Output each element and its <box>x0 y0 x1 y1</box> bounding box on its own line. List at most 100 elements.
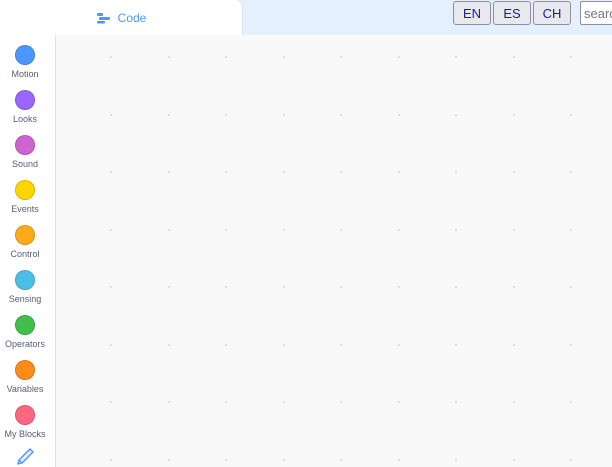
code-workspace[interactable] <box>56 35 612 467</box>
grid-dot <box>282 401 285 403</box>
grid-dot <box>282 286 285 288</box>
grid-dot <box>397 228 400 231</box>
grid-dot <box>167 286 170 288</box>
grid-dot <box>282 113 285 116</box>
grid-dot <box>455 228 457 231</box>
grid-dot <box>512 343 515 346</box>
category-label: Looks <box>12 114 38 124</box>
grid-dot <box>110 113 112 116</box>
sensing-category-icon <box>15 270 35 290</box>
grid-dot <box>570 228 572 231</box>
grid-dot <box>340 56 342 58</box>
grid-dot <box>282 228 285 231</box>
grid-dot <box>167 113 170 116</box>
grid-dot <box>512 401 515 403</box>
tab-code-label: Code <box>117 10 147 25</box>
category-label: Sound <box>11 159 39 169</box>
category-motion[interactable]: Motion <box>0 39 50 84</box>
category-label: Operators <box>4 339 46 349</box>
sound-category-icon <box>15 135 35 155</box>
grid-dot <box>570 56 572 58</box>
grid-dot <box>340 286 342 288</box>
grid-dot <box>282 458 285 461</box>
grid-dot <box>282 171 285 173</box>
grid-dot <box>397 458 400 461</box>
grid-dot <box>512 113 515 116</box>
category-sound[interactable]: Sound <box>0 129 50 174</box>
grid-dot <box>225 228 227 231</box>
grid-dot <box>167 458 170 461</box>
grid-dot <box>167 343 170 346</box>
grid-dot <box>110 56 112 58</box>
language-en-button[interactable]: EN <box>453 1 491 25</box>
grid-dot <box>455 286 457 288</box>
grid-dot <box>167 56 170 58</box>
category-label: Control <box>10 249 40 259</box>
grid-dot <box>340 401 342 403</box>
grid-dot <box>282 343 285 346</box>
grid-dot <box>110 171 112 173</box>
category-label: Events <box>11 204 39 214</box>
grid-dot <box>397 171 400 173</box>
category-events[interactable]: Events <box>0 174 50 219</box>
grid-dot <box>570 458 572 461</box>
category-sidebar: Motion Looks Sound Events Control Sensin… <box>0 35 56 467</box>
grid-dot <box>225 458 227 461</box>
language-ch-button[interactable]: CH <box>533 1 571 25</box>
grid-dot <box>512 171 515 173</box>
grid-dot <box>340 171 342 173</box>
grid-dot <box>512 286 515 288</box>
category-control[interactable]: Control <box>0 219 50 264</box>
grid-dot <box>110 343 112 346</box>
looks-category-icon <box>15 90 35 110</box>
grid-dot <box>110 286 112 288</box>
grid-dot <box>570 401 572 403</box>
grid-dot <box>167 171 170 173</box>
category-label: Variables <box>6 384 44 394</box>
grid-dot <box>512 458 515 461</box>
category-looks[interactable]: Looks <box>0 84 50 129</box>
grid-dot <box>225 343 227 346</box>
grid-dot <box>167 401 170 403</box>
category-label: Motion <box>11 69 39 79</box>
variables-category-icon <box>15 360 35 380</box>
pen-extension-icon[interactable] <box>14 447 36 467</box>
grid-dot <box>455 113 457 116</box>
grid-dot <box>167 228 170 231</box>
grid-dot <box>397 113 400 116</box>
grid-dot <box>512 56 515 58</box>
category-my-blocks[interactable]: My Blocks <box>0 399 50 444</box>
grid-dot <box>282 56 285 58</box>
category-sensing[interactable]: Sensing <box>0 264 50 309</box>
category-label: Sensing <box>8 294 42 304</box>
grid-dot <box>225 401 227 403</box>
motion-category-icon <box>15 45 35 65</box>
control-category-icon <box>15 225 35 245</box>
grid-dot <box>455 56 457 58</box>
tab-code[interactable]: Code <box>0 0 243 35</box>
category-variables[interactable]: Variables <box>0 354 50 399</box>
grid-dot <box>340 343 342 346</box>
grid-dot <box>570 343 572 346</box>
grid-dot <box>110 458 112 461</box>
grid-dot <box>225 286 227 288</box>
grid-dot <box>340 458 342 461</box>
category-operators[interactable]: Operators <box>0 309 50 354</box>
grid-dot <box>225 113 227 116</box>
top-bar: Code EN ES CH <box>0 0 612 35</box>
operators-category-icon <box>15 315 35 335</box>
grid-dot <box>225 56 227 58</box>
language-es-button[interactable]: ES <box>493 1 531 25</box>
grid-dot <box>397 56 400 58</box>
grid-dot <box>340 228 342 231</box>
grid-dot <box>110 228 112 231</box>
grid-dot <box>110 401 112 403</box>
search-input[interactable] <box>580 1 612 25</box>
grid-dot <box>397 286 400 288</box>
grid-dot <box>397 343 400 346</box>
grid-dot <box>570 286 572 288</box>
grid-dot <box>570 113 572 116</box>
my-blocks-category-icon <box>15 405 35 425</box>
grid-dot <box>340 113 342 116</box>
category-label: My Blocks <box>4 429 46 439</box>
